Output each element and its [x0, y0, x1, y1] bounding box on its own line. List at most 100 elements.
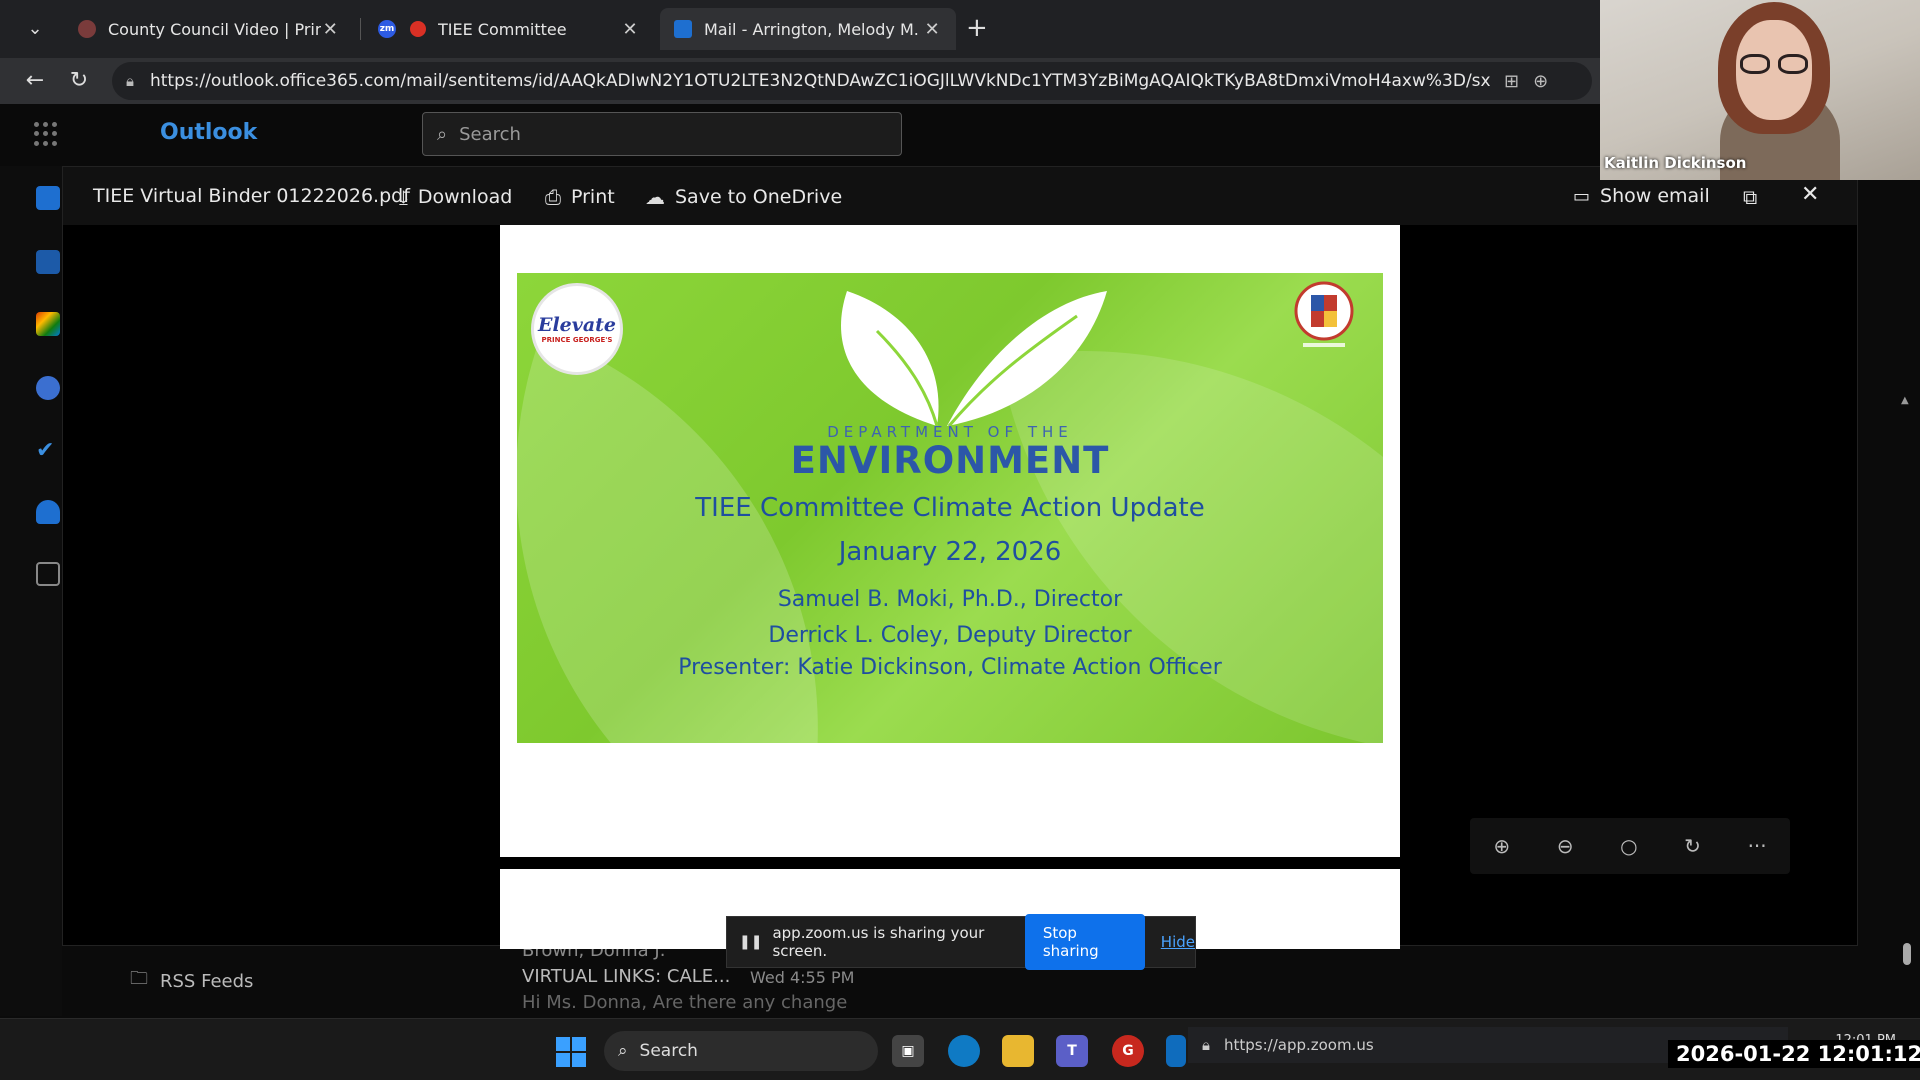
search-icon: ⌕	[437, 123, 448, 145]
slide-title: TIEE Committee Climate Action Update	[695, 493, 1205, 523]
elevate-logo: Elevate PRINCE GEORGE'S	[531, 283, 623, 375]
printer-icon: ⎙	[545, 185, 561, 209]
close-icon[interactable]: ✕	[321, 19, 341, 40]
tab-county-council-video[interactable]: County Council Video | Prince Ge ✕	[64, 8, 354, 50]
reader-mode-icon[interactable]: ⊞	[1504, 71, 1519, 92]
participant-name: Kaitlin Dickinson	[1604, 154, 1747, 172]
preview-scrollbar[interactable]: ▲ ▼	[1899, 395, 1913, 1080]
pop-out-icon[interactable]: ⧉	[1743, 185, 1757, 209]
zoom-in-icon[interactable]: ⊕	[1493, 834, 1510, 858]
onedrive-label: Save to OneDrive	[675, 186, 843, 208]
tab-title: Mail - Arrington, Melody M. - Ou	[704, 19, 922, 39]
download-icon: ⤓	[399, 185, 408, 209]
glasses-icon	[1778, 54, 1808, 74]
file-explorer-icon[interactable]	[1002, 1035, 1034, 1067]
tab-title: TIEE Committee	[438, 19, 567, 39]
taskbar-url-text: https://app.zoom.us	[1223, 1036, 1374, 1054]
slide-presenter-main: Presenter: Katie Dickinson, Climate Acti…	[678, 655, 1222, 680]
preview-toolbar: TIEE Virtual Binder 01222026.pdf ⤓ Downl…	[63, 167, 1857, 225]
mail-icon[interactable]	[36, 186, 60, 210]
show-email-button[interactable]: ▭ Show email	[1573, 185, 1710, 207]
more-apps-icon[interactable]	[36, 562, 60, 586]
glasses-icon	[1740, 54, 1770, 74]
slide-presenter-director: Samuel B. Moki, Ph.D., Director	[777, 587, 1123, 612]
back-icon[interactable]: ←	[20, 66, 50, 96]
edge-icon[interactable]	[948, 1035, 980, 1067]
address-bar[interactable]: 🔒︎ https://outlook.office365.com/mail/se…	[112, 62, 1592, 100]
sharing-message: app.zoom.us is sharing your screen.	[772, 924, 985, 960]
app-launcher-icon[interactable]	[34, 122, 58, 146]
print-button[interactable]: ⎙ Print	[545, 185, 615, 209]
message-subject[interactable]: VIRTUAL LINKS: CALE...	[522, 966, 730, 987]
rotate-icon[interactable]: ↻	[1684, 834, 1701, 858]
leaf-logo-icon	[841, 291, 1107, 427]
people-icon[interactable]	[36, 376, 60, 400]
screen: ⌄ County Council Video | Prince Ge ✕ zm …	[0, 0, 1920, 1080]
close-icon[interactable]: ✕	[922, 19, 942, 40]
windows-taskbar: ⌕ Search ▣ T G 🔒︎ https://app.zoom.us 12…	[0, 1018, 1920, 1080]
title-slide: Elevate PRINCE GEORGE'S DEPARTMENT OF TH…	[517, 273, 1383, 743]
scroll-thumb[interactable]	[1903, 943, 1911, 965]
windows-start-icon[interactable]	[556, 1037, 586, 1067]
new-tab-icon[interactable]: +	[966, 14, 988, 42]
zoom-icon[interactable]: ⊕	[1533, 71, 1548, 92]
elevate-logo-text: Elevate	[537, 314, 616, 336]
tab-divider	[360, 18, 361, 40]
lock-icon: 🔒︎	[1202, 1036, 1210, 1054]
close-icon[interactable]: ✕	[1801, 182, 1819, 207]
print-label: Print	[571, 186, 615, 208]
hide-link[interactable]: Hide	[1161, 933, 1195, 951]
slide-date: January 22, 2026	[838, 537, 1062, 567]
teams-icon[interactable]: T	[1056, 1035, 1088, 1067]
app-icon[interactable]: G	[1112, 1035, 1144, 1067]
outlook-header: Outlook ⌕ Search	[0, 104, 1600, 166]
elevate-logo-subtext: PRINCE GEORGE'S	[541, 336, 613, 344]
fit-page-icon[interactable]: ○	[1620, 834, 1637, 858]
download-button[interactable]: ⤓ Download	[399, 185, 512, 209]
show-email-label: Show email	[1600, 185, 1710, 207]
tab-list-chevron-icon[interactable]: ⌄	[22, 16, 48, 42]
refresh-icon[interactable]: ↻	[64, 66, 94, 96]
app-rail: ✔	[0, 166, 62, 1016]
calendar-icon[interactable]	[36, 250, 60, 274]
download-label: Download	[417, 186, 513, 208]
email-icon: ▭	[1573, 185, 1591, 207]
zoom-out-icon[interactable]: ⊖	[1557, 834, 1574, 858]
search-icon: ⌕	[618, 1041, 628, 1061]
outlook-brand[interactable]: Outlook	[160, 120, 257, 145]
office-icon[interactable]	[36, 312, 60, 336]
outlook-icon	[674, 20, 692, 38]
cloud-upload-icon: ☁	[645, 185, 665, 209]
zoom-sharing-bar: ❚❚ app.zoom.us is sharing your screen. S…	[726, 914, 1196, 970]
rss-feeds-folder[interactable]: 🗀 RSS Feeds	[130, 966, 253, 996]
tab-outlook-mail[interactable]: Mail - Arrington, Melody M. - Ou ✕	[660, 8, 956, 50]
scroll-up-icon[interactable]: ▲	[1901, 395, 1909, 406]
slide-environment-line: ENVIRONMENT	[790, 439, 1110, 482]
outlook-taskbar-icon[interactable]	[1166, 1035, 1186, 1067]
search-placeholder: Search	[459, 123, 521, 145]
tab-title: County Council Video | Prince Ge	[108, 19, 321, 39]
favicon-icon	[78, 20, 96, 38]
taskbar-search[interactable]: ⌕ Search	[604, 1031, 878, 1071]
more-options-icon[interactable]: ···	[1748, 834, 1767, 858]
pdf-controls: ⊕ ⊖ ○ ↻ ···	[1470, 818, 1790, 874]
browser-toolbar: ← ↻ 🔒︎ https://outlook.office365.com/mai…	[0, 58, 1600, 104]
taskbar-search-label: Search	[639, 1041, 698, 1061]
recording-icon	[410, 21, 426, 37]
tab-tiee-committee[interactable]: zm TIEE Committee ✕	[364, 8, 654, 50]
search-input[interactable]: ⌕ Search	[422, 112, 902, 156]
onedrive-icon[interactable]	[36, 500, 60, 524]
task-view-icon[interactable]: ▣	[892, 1035, 924, 1067]
message-time: Wed 4:55 PM	[750, 968, 855, 987]
recording-datestamp: 2026-01-22 12:01:12	[1668, 1040, 1920, 1068]
todo-check-icon[interactable]: ✔	[36, 438, 60, 463]
stop-sharing-button[interactable]: Stop sharing	[1024, 914, 1145, 970]
lock-icon: 🔒︎	[126, 72, 134, 90]
close-icon[interactable]: ✕	[620, 19, 640, 40]
save-to-onedrive-button[interactable]: ☁ Save to OneDrive	[645, 185, 842, 209]
zoom-icon: zm	[378, 20, 396, 38]
pause-icon[interactable]: ❚❚	[739, 934, 762, 950]
message-snippet: Hi Ms. Donna, Are there any change	[522, 992, 848, 1013]
folder-icon: 🗀	[130, 968, 148, 989]
webcam-overlay	[1600, 0, 1920, 180]
